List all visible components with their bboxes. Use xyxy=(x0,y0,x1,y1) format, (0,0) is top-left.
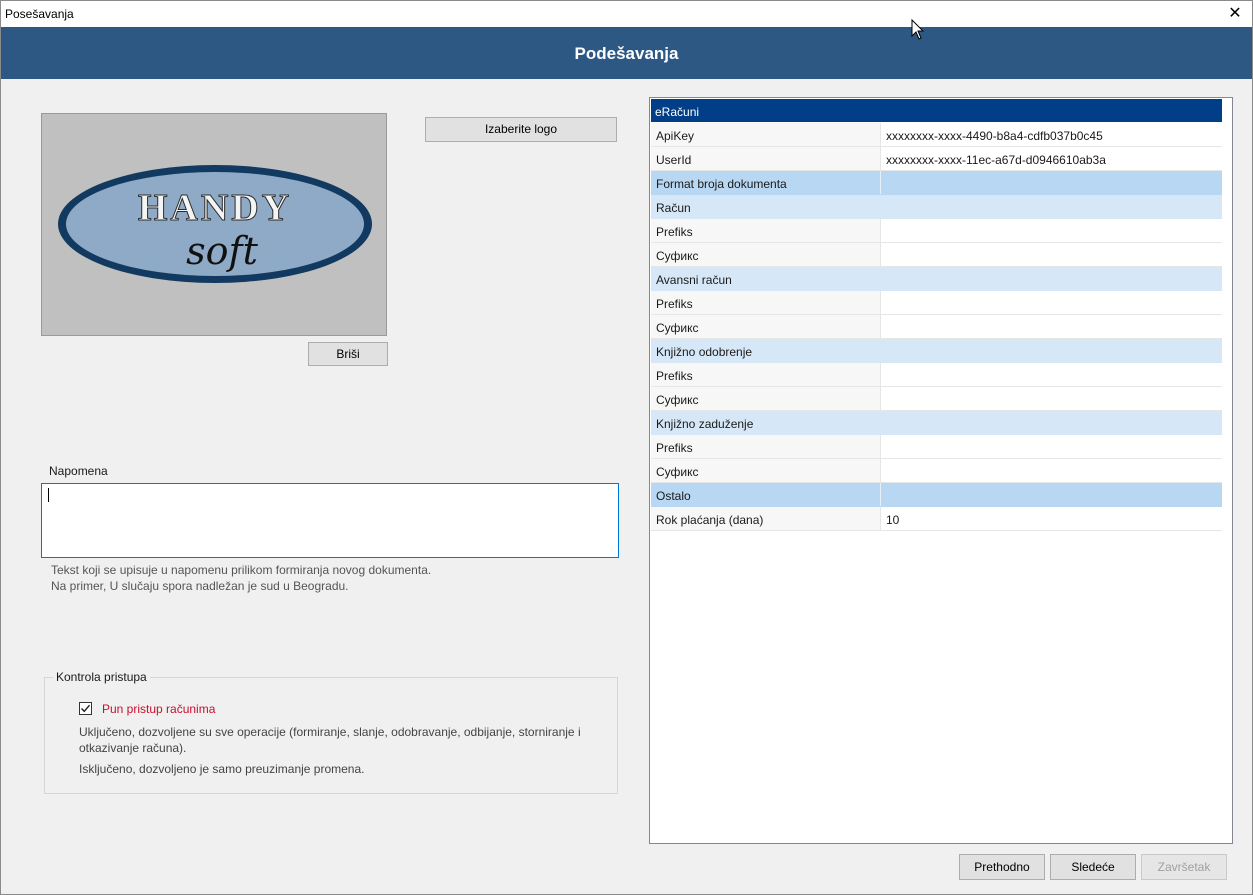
settings-window: Posešavanja ✕ Podešavanja HANDY soft Iza… xyxy=(0,0,1253,895)
access-description-on: Uključeno, dozvoljene su sve operacije (… xyxy=(79,725,581,755)
grid-row-value[interactable] xyxy=(882,435,1222,458)
grid-row[interactable]: Prefiks xyxy=(651,291,1222,315)
grid-row-key: Суфикс xyxy=(651,243,881,266)
page-header: Podešavanja xyxy=(1,27,1252,79)
access-control-title: Kontrola pristupa xyxy=(53,670,150,684)
note-hint-line1: Tekst koji se upisuje u napomenu priliko… xyxy=(51,563,432,577)
grid-row[interactable]: UserId xxxxxxxx-xxxx-11ec-a67d-d0946610ab… xyxy=(651,147,1222,171)
grid-row-value[interactable] xyxy=(882,291,1222,314)
logo-text-handy: HANDY xyxy=(138,187,292,229)
grid-row[interactable]: Суфикс xyxy=(651,315,1222,339)
grid-row-value[interactable]: xxxxxxxx-xxxx-11ec-a67d-d0946610ab3a xyxy=(882,147,1222,170)
grid-row[interactable]: Суфикс xyxy=(651,243,1222,267)
grid-row-key: Knjižno zaduženje xyxy=(656,417,754,431)
grid-row-key: Prefiks xyxy=(651,291,881,314)
grid-category-row: Ostalo xyxy=(651,483,1222,507)
grid-row[interactable]: ApiKey xxxxxxxx-xxxx-4490-b8a4-cdfb037b0c… xyxy=(651,123,1222,147)
previous-button[interactable]: Prethodno xyxy=(959,854,1045,880)
grid-row-key: Rok plaćanja (dana) xyxy=(651,507,881,530)
full-access-checkbox[interactable] xyxy=(79,702,92,715)
grid-row[interactable]: Prefiks xyxy=(651,363,1222,387)
grid-row-key: Format broja dokumenta xyxy=(651,171,881,194)
grid-row-key: Суфикс xyxy=(651,387,881,410)
grid-category-row: Knjižno odobrenje xyxy=(651,339,1222,363)
logo-text-soft: soft xyxy=(186,229,258,273)
grid-category-row: Format broja dokumenta xyxy=(651,171,1222,195)
grid-row-value xyxy=(882,171,1222,194)
delete-logo-button[interactable]: Briši xyxy=(308,342,388,366)
grid-row-key: Račun xyxy=(656,201,691,215)
checkmark-icon xyxy=(81,704,91,713)
grid-row-value xyxy=(882,411,1222,434)
grid-row-value xyxy=(882,483,1222,506)
finish-button[interactable]: Završetak xyxy=(1141,854,1227,880)
page-title: Podešavanja xyxy=(574,44,679,63)
window-title: Posešavanja xyxy=(5,7,74,21)
grid-row-key: ApiKey xyxy=(651,123,881,146)
note-input[interactable] xyxy=(41,483,619,558)
note-label: Napomena xyxy=(49,464,108,478)
grid-category-row: Račun xyxy=(651,195,1222,219)
grid-row-key: Суфикс xyxy=(651,315,881,338)
grid-row-key: Prefiks xyxy=(651,219,881,242)
grid-row[interactable]: Rok plaćanja (dana) 10 xyxy=(651,507,1222,531)
grid-row-value xyxy=(882,339,1222,362)
grid-row-key: Суфикс xyxy=(651,459,881,482)
grid-row[interactable]: Суфикс xyxy=(651,387,1222,411)
next-button[interactable]: Sledeće xyxy=(1050,854,1136,880)
choose-logo-button[interactable]: Izaberite logo xyxy=(425,117,617,142)
close-icon[interactable]: ✕ xyxy=(1224,3,1246,25)
logo-preview: HANDY soft xyxy=(41,113,387,336)
text-caret xyxy=(48,488,49,502)
grid-row-key: Prefiks xyxy=(651,435,881,458)
grid-row-value[interactable] xyxy=(882,315,1222,338)
grid-row[interactable]: Prefiks xyxy=(651,219,1222,243)
grid-row-key: Avansni račun xyxy=(656,273,732,287)
access-description-off: Isključeno, dozvoljeno je samo preuziman… xyxy=(79,762,365,776)
grid-row-key: Knjižno odobrenje xyxy=(656,345,753,359)
mouse-cursor-icon xyxy=(911,19,925,40)
grid-category-row: Knjižno zaduženje xyxy=(651,411,1222,435)
full-access-label[interactable]: Pun pristup računima xyxy=(102,702,215,716)
grid-row-value[interactable] xyxy=(882,243,1222,266)
grid-row-value[interactable] xyxy=(882,459,1222,482)
property-grid: eRačuni ApiKey xxxxxxxx-xxxx-4490-b8a4-cd… xyxy=(649,97,1233,844)
grid-row-value[interactable] xyxy=(882,219,1222,242)
handy-soft-logo-image: HANDY soft xyxy=(58,165,372,283)
note-hint-line2: Na primer, U slučaju spora nadležan je s… xyxy=(51,579,349,593)
title-bar: Posešavanja ✕ xyxy=(1,1,1252,27)
grid-row-key: Ostalo xyxy=(651,483,881,506)
grid-row-value[interactable]: xxxxxxxx-xxxx-4490-b8a4-cdfb037b0c45 xyxy=(882,123,1222,146)
grid-row-value xyxy=(882,195,1222,218)
grid-category-row: Avansni račun xyxy=(651,267,1222,291)
grid-row-key: UserId xyxy=(651,147,881,170)
grid-row-value[interactable] xyxy=(882,387,1222,410)
grid-row-value[interactable] xyxy=(882,363,1222,386)
grid-header-eracuni: eRačuni xyxy=(651,99,1222,122)
grid-row[interactable]: Суфикс xyxy=(651,459,1222,483)
grid-row[interactable]: Prefiks xyxy=(651,435,1222,459)
grid-row-key: Prefiks xyxy=(651,363,881,386)
grid-row-value xyxy=(882,267,1222,290)
grid-row-value[interactable]: 10 xyxy=(882,507,1222,530)
